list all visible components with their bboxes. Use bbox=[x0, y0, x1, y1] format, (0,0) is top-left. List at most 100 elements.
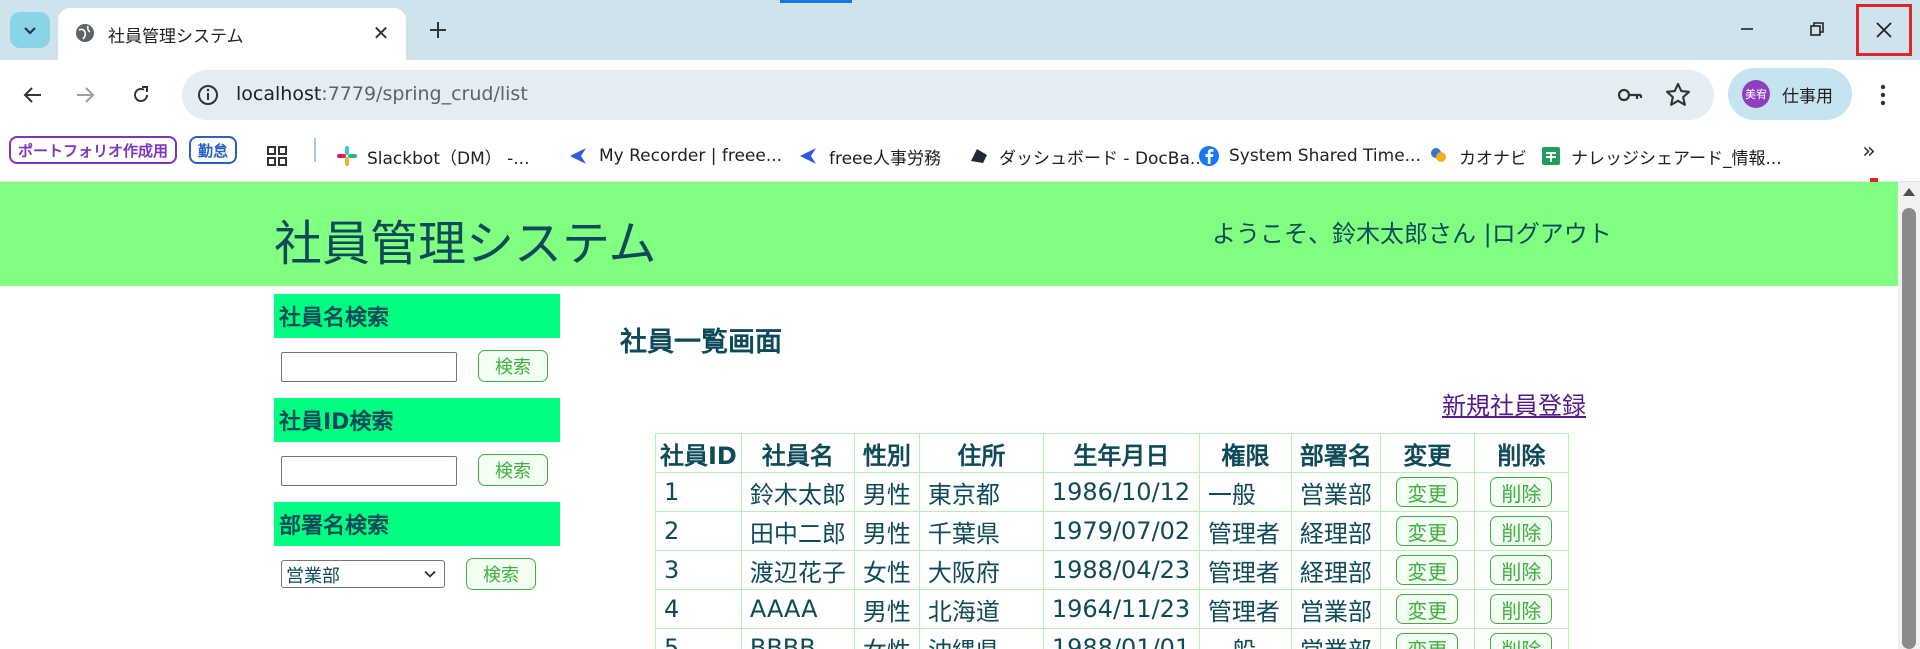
profile-label: 仕事用 bbox=[1782, 87, 1833, 107]
bookmark-label: Slackbot（DM） -... bbox=[367, 148, 530, 169]
delete-cell: 削除 bbox=[1473, 550, 1569, 590]
name-search-button[interactable]: 検索 bbox=[478, 350, 548, 382]
site-header: 社員管理システム ようこそ、鈴木太郎さん |ログアウト bbox=[0, 182, 1898, 286]
column-header-gender: 性別 bbox=[853, 433, 920, 473]
bookmarks-overflow-icon[interactable]: » bbox=[1854, 136, 1884, 166]
minimize-button[interactable] bbox=[1724, 6, 1770, 52]
table-header-row: 社員ID 社員名 性別 住所 生年月日 権限 部署名 変更 削除 bbox=[655, 433, 1569, 473]
sheets-icon bbox=[1540, 145, 1562, 167]
dept-search-heading: 部署名検索 bbox=[274, 502, 560, 546]
department-select[interactable]: 営業部 bbox=[281, 560, 445, 588]
facebook-icon bbox=[1198, 145, 1220, 167]
delete-button[interactable]: 削除 bbox=[1490, 555, 1553, 585]
cell-id: 2 bbox=[655, 511, 742, 551]
page-scrollbar[interactable] bbox=[1898, 182, 1920, 649]
new-tab-button[interactable] bbox=[422, 14, 454, 46]
scroll-up-arrow-icon[interactable] bbox=[1903, 188, 1915, 196]
plus-icon bbox=[430, 22, 446, 38]
bookmark-kaonavi[interactable]: カオナビ bbox=[1428, 142, 1527, 170]
logout-link[interactable]: ログアウト bbox=[1492, 220, 1612, 248]
back-button[interactable] bbox=[14, 76, 52, 114]
bookmark-label: System Shared Time... bbox=[1229, 146, 1421, 166]
cell-address: 千葉県 bbox=[918, 511, 1044, 551]
bookmark-label: ナレッジシェアード_情報... bbox=[1571, 148, 1782, 169]
window-close-button[interactable] bbox=[1856, 4, 1912, 56]
bookmark-docbase[interactable]: ダッシュボード - DocBa... bbox=[968, 142, 1206, 170]
minimize-icon bbox=[1741, 28, 1753, 30]
employee-name-input[interactable] bbox=[281, 352, 457, 382]
cell-gender: 男性 bbox=[853, 472, 920, 512]
docbase-icon bbox=[968, 145, 990, 167]
reload-icon bbox=[134, 86, 148, 102]
edit-button[interactable]: 変更 bbox=[1396, 555, 1459, 585]
cell-birthdate: 1988/04/23 bbox=[1042, 550, 1200, 590]
id-search-button[interactable]: 検索 bbox=[478, 454, 548, 486]
cell-name: 鈴木太郎 bbox=[740, 472, 855, 512]
forward-button[interactable] bbox=[66, 76, 104, 114]
employee-id-input[interactable] bbox=[281, 456, 457, 486]
reload-button[interactable] bbox=[122, 76, 160, 114]
url-text[interactable]: localhost:7779/spring_crud/list bbox=[236, 83, 528, 105]
edit-cell: 変更 bbox=[1379, 628, 1475, 649]
dept-search-row: 営業部 検索 bbox=[274, 546, 560, 606]
edit-cell: 変更 bbox=[1379, 511, 1475, 551]
edit-cell: 変更 bbox=[1379, 550, 1475, 590]
bookmark-system-shared-time[interactable]: System Shared Time... bbox=[1198, 142, 1421, 170]
id-search-row: 検索 bbox=[274, 442, 560, 502]
cell-gender: 男性 bbox=[853, 589, 920, 629]
delete-button[interactable]: 削除 bbox=[1490, 633, 1553, 649]
delete-cell: 削除 bbox=[1473, 511, 1569, 551]
sidebar: 社員名検索 検索 社員ID検索 検索 部署名検索 営業部 検索 bbox=[274, 294, 560, 606]
page-viewport: 社員管理システム ようこそ、鈴木太郎さん |ログアウト 社員名検索 検索 社員I… bbox=[0, 182, 1898, 649]
key-icon[interactable] bbox=[1616, 83, 1644, 107]
edit-button[interactable]: 変更 bbox=[1396, 633, 1459, 649]
table-row: 2 田中二郎 男性 千葉県 1979/07/02 管理者 経理部 変更 削除 bbox=[655, 511, 1569, 551]
welcome-text: ようこそ、鈴木太郎さん | bbox=[1212, 220, 1492, 248]
dept-search-button[interactable]: 検索 bbox=[466, 558, 536, 590]
bookmark-slackbot[interactable]: Slackbot（DM） -... bbox=[336, 142, 530, 170]
tab-close-icon[interactable]: ✕ bbox=[368, 20, 394, 46]
bookmark-freee-hr[interactable]: freee人事労務 bbox=[798, 142, 941, 170]
cell-id: 4 bbox=[655, 589, 742, 629]
column-header-address: 住所 bbox=[918, 433, 1044, 473]
cell-gender: 女性 bbox=[853, 550, 920, 590]
table-row: 1 鈴木太郎 男性 東京都 1986/10/12 一般 営業部 変更 削除 bbox=[655, 472, 1569, 512]
profile-button[interactable]: 美宥 仕事用 bbox=[1728, 68, 1852, 120]
edit-button[interactable]: 変更 bbox=[1396, 477, 1459, 507]
delete-button[interactable]: 削除 bbox=[1490, 516, 1553, 546]
active-tab[interactable]: 社員管理システム ✕ bbox=[58, 8, 406, 60]
slack-icon bbox=[336, 145, 358, 167]
column-header-edit: 変更 bbox=[1379, 433, 1475, 473]
cell-birthdate: 1986/10/12 bbox=[1042, 472, 1200, 512]
column-header-name: 社員名 bbox=[740, 433, 855, 473]
delete-cell: 削除 bbox=[1473, 472, 1569, 512]
address-bar[interactable]: localhost:7779/spring_crud/list bbox=[182, 70, 1714, 120]
kaonavi-icon bbox=[1428, 145, 1450, 167]
apps-grid-icon[interactable] bbox=[266, 142, 288, 170]
edit-button[interactable]: 変更 bbox=[1396, 516, 1459, 546]
globe-icon bbox=[76, 24, 94, 42]
name-search-heading: 社員名検索 bbox=[274, 294, 560, 338]
edit-button[interactable]: 変更 bbox=[1396, 594, 1459, 624]
page-title: 社員一覧画面 bbox=[620, 327, 782, 358]
bookmark-my-recorder[interactable]: My Recorder | freee... bbox=[568, 142, 782, 170]
bookmark-folder-portfolio[interactable]: ポートフォリオ作成用 bbox=[9, 136, 178, 164]
more-menu-icon[interactable] bbox=[1868, 78, 1898, 112]
name-search-row: 検索 bbox=[274, 338, 560, 398]
bookmark-folder-attendance[interactable]: 勤怠 bbox=[189, 136, 238, 164]
avatar: 美宥 bbox=[1742, 80, 1770, 108]
delete-cell: 削除 bbox=[1473, 589, 1569, 629]
restore-button[interactable] bbox=[1794, 6, 1840, 52]
scrollbar-thumb[interactable] bbox=[1902, 208, 1916, 649]
bookmark-star-icon[interactable] bbox=[1664, 81, 1692, 109]
delete-button[interactable]: 削除 bbox=[1490, 594, 1553, 624]
register-employee-link[interactable]: 新規社員登録 bbox=[1442, 386, 1586, 421]
site-info-icon[interactable] bbox=[196, 83, 220, 107]
restore-icon bbox=[1810, 22, 1824, 36]
tab-search-button[interactable] bbox=[10, 12, 50, 48]
delete-button[interactable]: 削除 bbox=[1490, 477, 1553, 507]
table-row: 3 渡辺花子 女性 大阪府 1988/04/23 管理者 経理部 変更 削除 bbox=[655, 550, 1569, 590]
bookmark-knowledge-shared[interactable]: ナレッジシェアード_情報... bbox=[1540, 142, 1782, 170]
tab-strip: 社員管理システム ✕ bbox=[0, 0, 1920, 60]
url-path: :7779/spring_crud/list bbox=[321, 83, 528, 105]
